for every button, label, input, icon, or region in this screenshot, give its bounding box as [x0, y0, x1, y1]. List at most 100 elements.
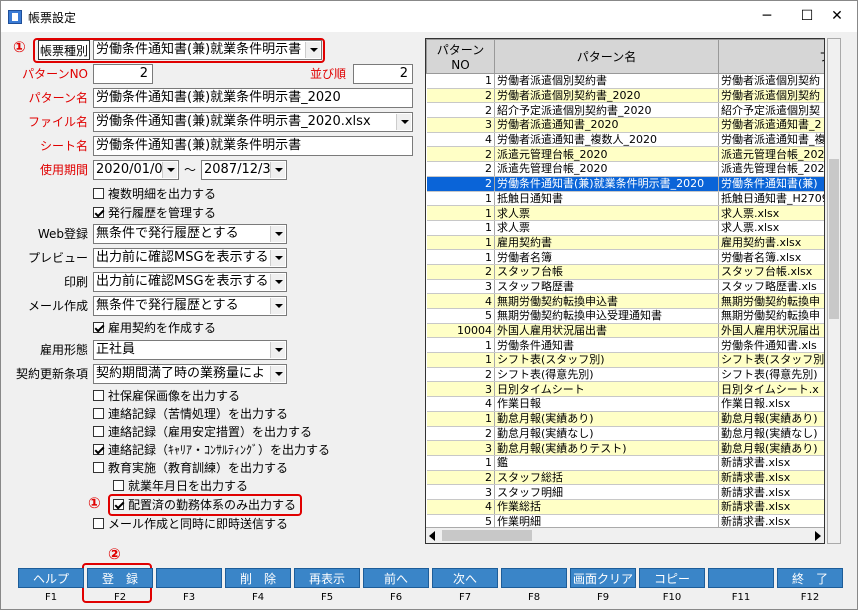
- table-row[interactable]: 1 抵触日通知書 抵触日通知書_H2709: [426, 191, 824, 207]
- table-row[interactable]: 1 労働条件通知書 労働条件通知書.xls: [426, 337, 824, 354]
- insurance-image-checkbox[interactable]: 社保雇保画像を出力する: [93, 388, 240, 404]
- preview-select[interactable]: 出力前に確認MSGを表示する: [93, 248, 287, 268]
- table-row[interactable]: 7スタッフ総括（日々紹介）新請求書.xlsx: [427, 544, 826, 545]
- column-header-file[interactable]: ファ: [718, 39, 824, 74]
- table-row[interactable]: 1 求人票 求人票.xlsx: [426, 220, 824, 236]
- table-row[interactable]: 3 スタッフ略歴書 スタッフ略歴書.xls: [426, 279, 824, 295]
- table-row[interactable]: 4 労働者派遣通知書_複数人_2020 労働者派遣通知書_複: [426, 132, 824, 148]
- close-button[interactable]: ✕: [817, 5, 857, 27]
- cell-pattern-name: 労働者派遣通知書_2020: [494, 117, 719, 133]
- fkey-button-f8[interactable]: [501, 568, 567, 588]
- contact-career-checkbox[interactable]: 連絡記録（ｷｬﾘｱ・ｺﾝｻﾙﾃｨﾝｸﾞ）を出力する: [93, 442, 330, 458]
- table-row[interactable]: 3 スタッフ明細 新請求書.xlsx: [426, 484, 824, 500]
- employment-contract-checkbox[interactable]: 雇用契約を作成する: [93, 320, 216, 336]
- print-select[interactable]: 出力前に確認MSGを表示する: [93, 272, 287, 292]
- cell-pattern-name: 労働条件通知書: [494, 337, 719, 354]
- mail-create-select[interactable]: 無条件で発行履歴とする: [93, 296, 287, 316]
- scroll-right-icon[interactable]: [815, 531, 821, 541]
- window-title: 帳票設定: [28, 11, 77, 25]
- file-name-select[interactable]: 労働条件通知書(兼)就業条件明示書_2020.xlsx: [93, 112, 413, 132]
- table-row[interactable]: 2 シフト表(得意先別) シフト表(得意先別): [426, 367, 824, 383]
- work-date-checkbox[interactable]: 就業年月日を出力する: [113, 478, 248, 494]
- table-row[interactable]: 4 無期労働契約転換申込書 無期労働契約転換申: [426, 293, 824, 309]
- table-row[interactable]: 2 勤怠月報(実績なし) 勤怠月報(実績なし): [426, 426, 824, 442]
- cell-pattern-no: 1: [426, 235, 495, 251]
- fkey-label: F6: [389, 592, 403, 603]
- period-from-select[interactable]: 2020/01/01: [93, 160, 179, 180]
- issue-history-checkbox[interactable]: 発行履歴を管理する: [93, 205, 216, 221]
- contact-complaint-checkbox[interactable]: 連絡記録（苦情処理）を出力する: [93, 406, 288, 422]
- table-row[interactable]: 4 作業総括 新請求書.xlsx: [426, 499, 824, 515]
- marker-1-top: ①: [13, 38, 26, 56]
- mail-create-label: メール作成: [27, 299, 88, 313]
- cell-file: 新請求書.xlsx: [718, 484, 824, 500]
- vertical-scrollbar[interactable]: [827, 38, 841, 544]
- fkey-button-f9[interactable]: 画面クリア: [570, 568, 636, 588]
- employment-type-select[interactable]: 正社員: [93, 340, 287, 360]
- pattern-name-field[interactable]: 労働条件通知書(兼)就業条件明示書_2020: [93, 88, 413, 108]
- cell-pattern-name: 雇用契約書: [494, 235, 719, 251]
- table-row[interactable]: 1 労働者名簿 労働者名簿.xlsx: [426, 249, 824, 265]
- cell-pattern-name: 勤怠月報(実績あり): [494, 411, 719, 427]
- multi-detail-checkbox[interactable]: 複数明細を出力する: [93, 186, 216, 202]
- table-row[interactable]: 2 労働者派遣個別契約書_2020 労働者派遣個別契約: [426, 88, 824, 104]
- cell-file: 派遣元管理台帳_202: [718, 146, 824, 163]
- sheet-name-field[interactable]: 労働条件通知書(兼)就業条件明示書: [93, 136, 413, 156]
- minimize-button[interactable]: ─: [747, 5, 787, 27]
- report-type-select[interactable]: 労働条件通知書(兼)就業条件明示書: [93, 40, 322, 60]
- horizontal-scrollbar[interactable]: [426, 527, 824, 543]
- table-row[interactable]: 4 作業日報 作業日報.xlsx: [426, 396, 824, 412]
- table-row[interactable]: 2 派遣先管理台帳_2020 派遣先管理台帳_202: [426, 161, 824, 177]
- fkey-button-f11[interactable]: [708, 568, 774, 588]
- scroll-thumb[interactable]: [442, 530, 532, 541]
- cell-pattern-no: 4: [426, 293, 495, 309]
- fkey-button-f12[interactable]: 終 了: [777, 568, 843, 588]
- table-row[interactable]: 1 シフト表(スタッフ別) シフト表(スタッフ別: [426, 352, 824, 368]
- fkey-button-f1[interactable]: ヘルプ: [18, 568, 84, 588]
- table-row[interactable]: 2 紹介予定派遣個別契約書_2020 紹介予定派遣個別契: [426, 102, 824, 119]
- fkey-button-f5[interactable]: 再表示: [294, 568, 360, 588]
- table-row[interactable]: 1 勤怠月報(実績あり) 勤怠月報(実績あり): [426, 411, 824, 427]
- table-row[interactable]: 5 無期労働契約転換申込受理通知書 無期労働契約転換申: [426, 308, 824, 324]
- pattern-no-field[interactable]: 2: [93, 64, 153, 84]
- pattern-grid[interactable]: パターンNO パターン名 ファ 1労働者派遣個別契約書労働者派遣個別契約2労働者…: [425, 38, 825, 544]
- cell-pattern-no: 2: [426, 264, 495, 280]
- table-row[interactable]: 3 日別タイムシート 日別タイムシート.x: [426, 381, 824, 398]
- period-to-select[interactable]: 2087/12/31: [201, 160, 287, 180]
- column-header-pattern-name[interactable]: パターン名: [494, 39, 719, 74]
- assigned-only-checkbox[interactable]: 配置済の勤務体系のみ出力する: [113, 497, 296, 513]
- fkey-button-f7[interactable]: 次へ: [432, 568, 498, 588]
- table-row[interactable]: 3 労働者派遣通知書_2020 労働者派遣通知書_2: [426, 117, 824, 133]
- table-row[interactable]: 3 勤怠月報(実績ありテスト) 勤怠月報(実績あり): [426, 440, 824, 456]
- fkey-button-f10[interactable]: コピー: [639, 568, 705, 588]
- cell-file: 労働者派遣通知書_複: [718, 132, 824, 148]
- scroll-thumb[interactable]: [829, 159, 839, 319]
- table-row[interactable]: 2 スタッフ台帳 スタッフ台帳.xlsx: [426, 264, 824, 280]
- fkey-button-f6[interactable]: 前へ: [363, 568, 429, 588]
- education-checkbox[interactable]: 教育実施（教育訓練）を出力する: [93, 460, 288, 476]
- sort-order-field[interactable]: 2: [353, 64, 413, 84]
- fkey-button-f2[interactable]: 登 録: [87, 568, 153, 588]
- table-row[interactable]: 1 雇用契約書 雇用契約書.xlsx: [426, 235, 824, 251]
- table-row[interactable]: 2 スタッフ総括 新請求書.xlsx: [426, 470, 824, 486]
- column-header-pattern-no[interactable]: パターンNO: [426, 39, 495, 74]
- web-register-select[interactable]: 無条件で発行履歴とする: [93, 224, 287, 244]
- cell-pattern-no: 1: [426, 352, 495, 368]
- table-row[interactable]: 1 求人票 求人票.xlsx: [426, 205, 824, 221]
- table-row[interactable]: 1 労働者派遣個別契約書 労働者派遣個別契約: [426, 73, 824, 89]
- contract-renewal-select[interactable]: 契約期間満了時の業務量によ: [93, 364, 287, 384]
- cell-file: スタッフ台帳.xlsx: [718, 264, 824, 280]
- fkey-button-f4[interactable]: 削 除: [225, 568, 291, 588]
- checkbox-checked-icon: [93, 444, 104, 455]
- send-mail-checkbox[interactable]: メール作成と同時に即時送信する: [93, 516, 288, 532]
- table-row[interactable]: 10004 外国人雇用状況届出書 外国人雇用状況届出: [426, 323, 824, 339]
- table-row[interactable]: 2 労働条件通知書(兼)就業条件明示書_2020 労働条件通知書(兼): [426, 176, 824, 192]
- table-row[interactable]: 2 派遣元管理台帳_2020 派遣元管理台帳_202: [426, 146, 824, 163]
- cell-pattern-name: スタッフ明細: [494, 484, 719, 500]
- table-row[interactable]: 1 鑑新請求書.xlsx: [426, 455, 824, 471]
- fkey-button-f3[interactable]: [156, 568, 222, 588]
- contact-employment-checkbox[interactable]: 連絡記録（雇用安定措置）を出力する: [93, 424, 312, 440]
- scroll-left-icon[interactable]: [429, 531, 435, 541]
- cell-pattern-no: 3: [426, 279, 495, 295]
- cell-file: 労働者派遣個別契約: [718, 73, 824, 89]
